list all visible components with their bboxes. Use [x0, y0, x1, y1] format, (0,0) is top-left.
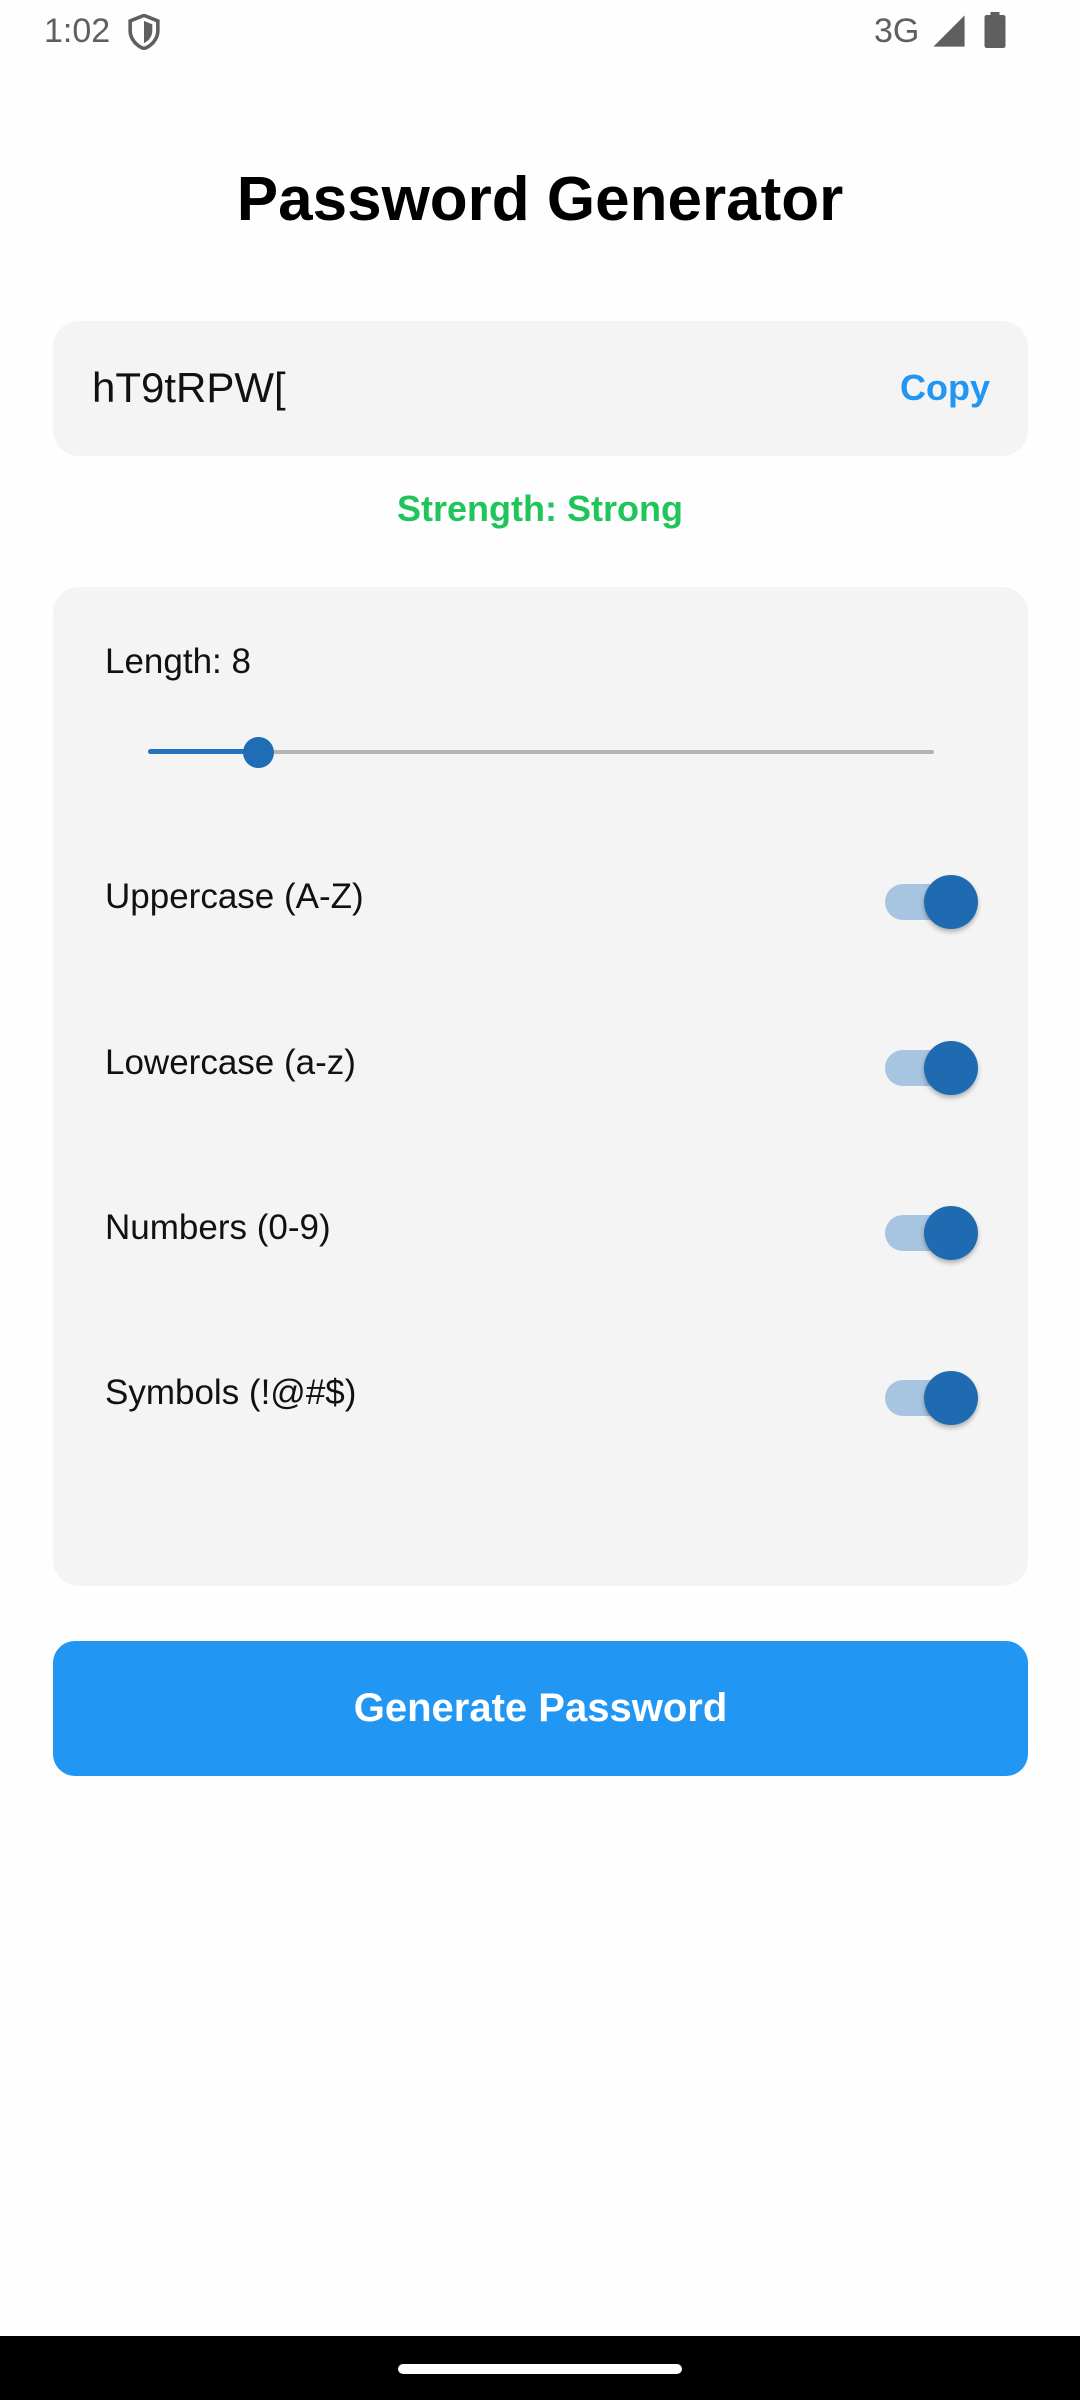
status-bar: 1:02 3G	[0, 0, 1080, 62]
options-card: Length: 8 Uppercase (A-Z) Lowercase (a-z…	[53, 587, 1028, 1586]
navigation-bar	[0, 2336, 1080, 2400]
symbols-toggle[interactable]	[883, 1367, 983, 1425]
option-numbers: Numbers (0-9)	[53, 1188, 1028, 1268]
home-handle[interactable]	[398, 2364, 682, 2374]
option-symbols: Symbols (!@#$)	[53, 1353, 1028, 1433]
generate-password-button[interactable]: Generate Password	[53, 1641, 1028, 1776]
option-uppercase: Uppercase (A-Z)	[53, 857, 1028, 937]
signal-icon	[933, 15, 965, 47]
page-title: Password Generator	[236, 165, 844, 234]
toggle-thumb	[924, 1206, 978, 1260]
toggle-thumb	[924, 875, 978, 929]
network-type-label: 3G	[874, 12, 920, 50]
battery-icon	[984, 12, 1006, 48]
numbers-toggle[interactable]	[883, 1202, 983, 1260]
option-label: Numbers (0-9)	[105, 1208, 331, 1247]
toggle-thumb	[924, 1371, 978, 1425]
option-lowercase: Lowercase (a-z)	[53, 1023, 1028, 1103]
shield-icon	[128, 14, 160, 50]
option-label: Uppercase (A-Z)	[105, 877, 364, 916]
slider-thumb[interactable]	[243, 737, 275, 768]
option-label: Symbols (!@#$)	[105, 1373, 357, 1412]
status-time: 1:02	[44, 12, 111, 50]
password-output-card: hT9tRPW[ Copy	[53, 321, 1028, 456]
slider-fill	[148, 749, 259, 754]
strength-label: Strength: Strong	[397, 488, 683, 529]
option-label: Lowercase (a-z)	[105, 1043, 356, 1082]
copy-button[interactable]: Copy	[900, 359, 990, 417]
length-label: Length: 8	[105, 642, 251, 681]
lowercase-toggle[interactable]	[883, 1037, 983, 1095]
length-slider[interactable]	[148, 737, 934, 768]
toggle-thumb	[924, 1041, 978, 1095]
generated-password: hT9tRPW[	[92, 364, 286, 411]
uppercase-toggle[interactable]	[883, 871, 983, 929]
